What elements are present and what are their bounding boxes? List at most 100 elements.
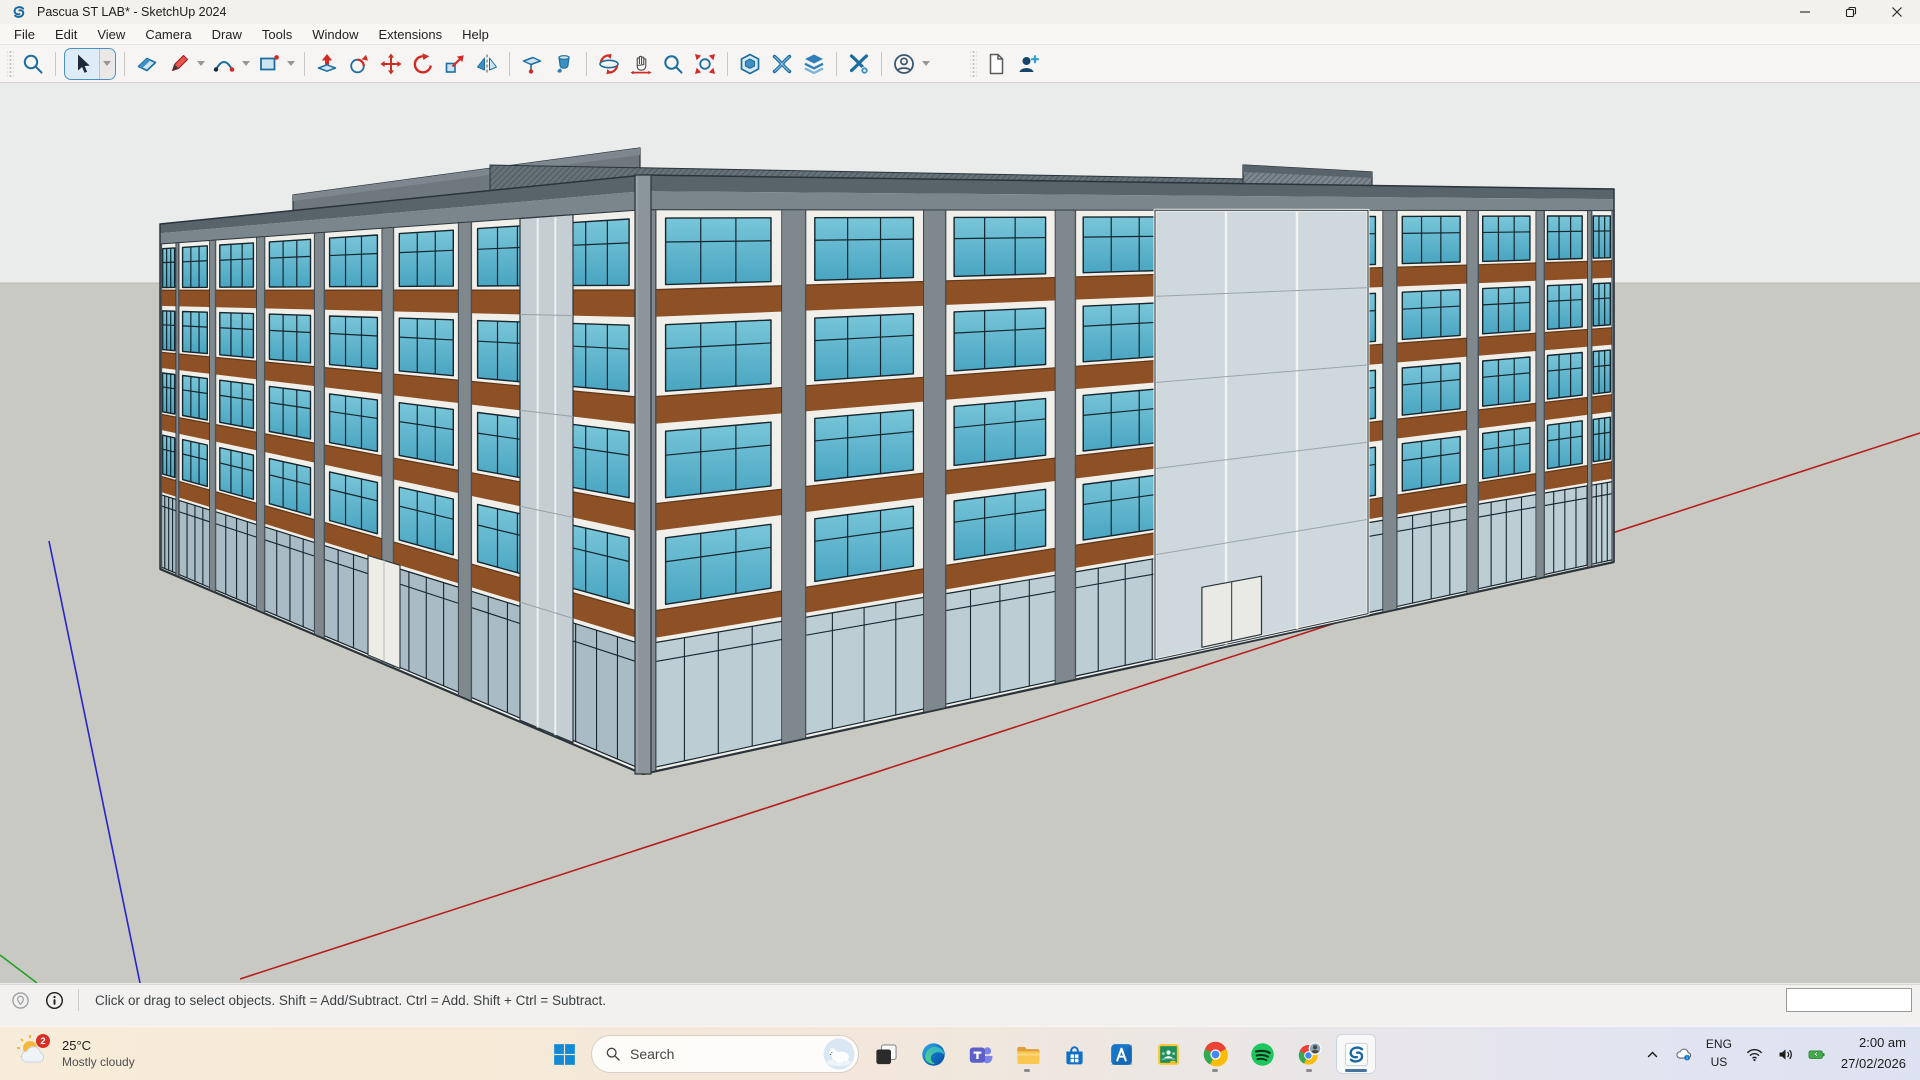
taskbar-spotify-icon[interactable] [1242, 1034, 1282, 1074]
viewport-canvas[interactable] [0, 83, 1920, 984]
tool-flip-button[interactable] [472, 49, 502, 79]
tool-extension-manager-button[interactable] [844, 49, 874, 79]
menu-edit[interactable]: Edit [45, 25, 87, 44]
minimize-button[interactable] [1782, 0, 1828, 24]
tool-line-dropdown[interactable] [195, 49, 206, 79]
tool-rectangle-dropdown[interactable] [285, 49, 296, 79]
tool-line-button[interactable] [164, 49, 194, 79]
search-placeholder: Search [630, 1046, 814, 1062]
taskbar-teams-icon[interactable] [960, 1034, 1000, 1074]
tool-rotate-button[interactable] [408, 49, 438, 79]
orbit-icon [597, 52, 621, 76]
tool-search-button[interactable] [18, 49, 48, 79]
tool-arc-button[interactable] [209, 49, 239, 79]
clock[interactable]: 2:00 am 27/02/2026 [1833, 1035, 1914, 1073]
tool-add-collaborator-button[interactable] [1013, 49, 1043, 79]
toolbar-separator [727, 52, 728, 76]
weather-condition: Mostly cloudy [62, 1055, 135, 1070]
info-icon[interactable] [44, 990, 64, 1010]
volume-icon[interactable] [1771, 1035, 1800, 1073]
tool-arc-dropdown[interactable] [240, 49, 251, 79]
new-document-icon [984, 52, 1008, 76]
taskbar-chrome-profile-icon[interactable] [1289, 1034, 1329, 1074]
tool-pan-button[interactable] [626, 49, 656, 79]
flip-icon [475, 52, 499, 76]
extension-manager-icon [847, 52, 871, 76]
tray-time: 2:00 am [1859, 1035, 1906, 1052]
tool-select-button[interactable] [66, 49, 98, 79]
weather-icon: 2 [16, 1033, 54, 1076]
tool-new-document-button[interactable] [981, 49, 1011, 79]
push-pull-icon [315, 52, 339, 76]
tool-account-dropdown[interactable] [920, 49, 931, 79]
tool-push-pull-button[interactable] [312, 49, 342, 79]
tool-zoom-extents-button[interactable] [690, 49, 720, 79]
follow-me-icon [347, 52, 371, 76]
taskbar-task-view-icon[interactable] [866, 1034, 906, 1074]
tray-date: 27/02/2026 [1841, 1056, 1906, 1073]
window-title: Pascua ST LAB* - SketchUp 2024 [37, 5, 1782, 19]
tool-orbit-button[interactable] [594, 49, 624, 79]
tool-eraser-button[interactable] [132, 49, 162, 79]
toolbar-separator [836, 52, 837, 76]
weather-widget[interactable]: 2 25°C Mostly cloudy [10, 1034, 141, 1074]
menu-camera[interactable]: Camera [135, 25, 201, 44]
taskbar-explorer-icon[interactable] [1007, 1034, 1047, 1074]
language-indicator[interactable]: ENG US [1700, 1035, 1738, 1073]
taskbar-edge-icon[interactable] [913, 1034, 953, 1074]
tool-follow-me-button[interactable] [344, 49, 374, 79]
restore-button[interactable] [1828, 0, 1874, 24]
taskbar-app-a-icon[interactable] [1101, 1034, 1141, 1074]
status-message: Click or drag to select objects. Shift =… [95, 993, 606, 1008]
menu-tools[interactable]: Tools [252, 25, 302, 44]
taskbar-sketchup-icon[interactable] [1336, 1034, 1376, 1074]
tray-chevron-icon[interactable] [1638, 1035, 1667, 1073]
tool-3d-warehouse-button[interactable] [735, 49, 765, 79]
add-collaborator-icon [1016, 52, 1040, 76]
taskbar-chrome-icon[interactable] [1195, 1034, 1235, 1074]
wifi-icon[interactable] [1740, 1035, 1769, 1073]
tool-layers-button[interactable] [799, 49, 829, 79]
tool-paint-bucket-button[interactable] [549, 49, 579, 79]
weather-temperature: 25°C [62, 1038, 135, 1054]
toolbar-separator [124, 52, 125, 76]
battery-charging-icon[interactable] [1802, 1035, 1831, 1073]
taskbar: 2 25°C Mostly cloudy Search i ENG US [0, 1026, 1920, 1080]
taskbar-search-box[interactable]: Search [591, 1035, 859, 1073]
toolbar-separator [55, 52, 56, 76]
menu-window[interactable]: Window [302, 25, 368, 44]
tool-select-dropdown[interactable] [99, 49, 113, 79]
menu-extensions[interactable]: Extensions [369, 25, 453, 44]
taskbar-classroom-icon[interactable] [1148, 1034, 1188, 1074]
toolbar [0, 45, 1920, 83]
tool-move-button[interactable] [376, 49, 406, 79]
toolbar-separator [586, 52, 587, 76]
menu-draw[interactable]: Draw [202, 25, 252, 44]
taskbar-start-icon[interactable] [544, 1034, 584, 1074]
toolbar-grip[interactable] [7, 51, 14, 77]
tool-extension-warehouse-button[interactable] [767, 49, 797, 79]
sketchup-logo-icon [10, 3, 28, 21]
extension-warehouse-icon [770, 52, 794, 76]
search-highlight-image [823, 1038, 855, 1070]
toolbar-separator [509, 52, 510, 76]
rectangle-icon [257, 52, 281, 76]
toolbar-grip[interactable] [970, 51, 977, 77]
paint-bucket-icon [552, 52, 576, 76]
rotate-icon [411, 52, 435, 76]
menu-file[interactable]: File [4, 25, 45, 44]
taskbar-store-icon[interactable] [1054, 1034, 1094, 1074]
tool-rectangle-button[interactable] [254, 49, 284, 79]
menu-help[interactable]: Help [452, 25, 499, 44]
measurements-input[interactable] [1786, 988, 1912, 1012]
tool-tape-measure-button[interactable] [517, 49, 547, 79]
menu-view[interactable]: View [87, 25, 135, 44]
language-code: ENG [1706, 1038, 1732, 1052]
geolocation-icon[interactable] [10, 990, 30, 1010]
toolbar-separator [881, 52, 882, 76]
tool-zoom-button[interactable] [658, 49, 688, 79]
tool-scale-button[interactable] [440, 49, 470, 79]
close-button[interactable] [1874, 0, 1920, 24]
tool-account-button[interactable] [889, 49, 919, 79]
onedrive-cloud-icon[interactable]: i [1669, 1035, 1698, 1073]
